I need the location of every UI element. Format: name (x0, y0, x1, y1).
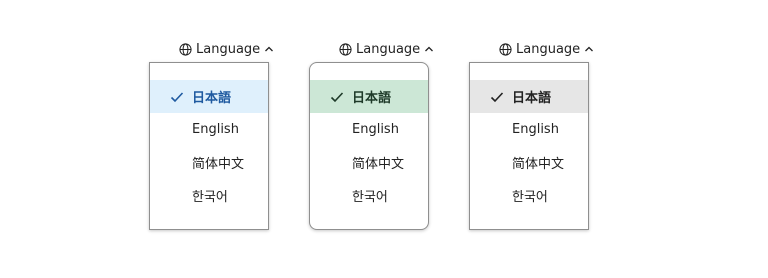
language-option-label: English (512, 122, 559, 137)
language-selector-blue: Language 日本語 English 简体中文 한국어 (149, 0, 274, 278)
language-option-korean[interactable]: 한국어 (150, 179, 268, 212)
language-option-label: 한국어 (512, 190, 548, 205)
language-trigger[interactable]: Language (179, 40, 274, 58)
language-option-label: English (192, 122, 239, 137)
chevron-up-icon (264, 44, 274, 54)
language-option-label: 한국어 (352, 190, 388, 205)
language-menu: 日本語 English 简体中文 한국어 (149, 62, 269, 230)
language-option-label: 日本語 (512, 91, 552, 106)
language-option-simplified-chinese[interactable]: 简体中文 (310, 146, 428, 179)
globe-icon (179, 42, 192, 56)
language-trigger-label: Language (516, 41, 581, 57)
globe-icon (499, 42, 512, 56)
language-menu: 日本語 English 简体中文 한국어 (469, 62, 589, 230)
language-option-label: 简体中文 (192, 157, 245, 172)
check-icon (170, 90, 184, 104)
language-option-japanese[interactable]: 日本語 (310, 80, 428, 113)
language-option-label: 日本語 (192, 91, 232, 106)
check-icon (330, 90, 344, 104)
language-option-label: 日本語 (352, 91, 392, 106)
language-option-korean[interactable]: 한국어 (470, 179, 588, 212)
language-selector-gray: Language 日本語 English 简体中文 한국어 (469, 0, 594, 278)
language-option-japanese[interactable]: 日本語 (150, 80, 268, 113)
language-selector-green: Language 日本語 English 简体中文 한국어 (309, 0, 434, 278)
language-option-label: 简体中文 (512, 157, 565, 172)
language-option-japanese[interactable]: 日本語 (470, 80, 588, 113)
language-option-english[interactable]: English (150, 113, 268, 146)
check-icon (490, 90, 504, 104)
language-option-simplified-chinese[interactable]: 简体中文 (470, 146, 588, 179)
language-option-simplified-chinese[interactable]: 简体中文 (150, 146, 268, 179)
language-trigger-label: Language (356, 41, 421, 57)
language-menu: 日本語 English 简体中文 한국어 (309, 62, 429, 230)
chevron-up-icon (584, 44, 594, 54)
language-trigger-label: Language (196, 41, 261, 57)
globe-icon (339, 42, 352, 56)
language-option-label: English (352, 122, 399, 137)
language-trigger[interactable]: Language (339, 40, 434, 58)
language-option-english[interactable]: English (470, 113, 588, 146)
language-option-label: 한국어 (192, 190, 228, 205)
language-option-label: 简体中文 (352, 157, 405, 172)
language-trigger[interactable]: Language (499, 40, 594, 58)
language-option-korean[interactable]: 한국어 (310, 179, 428, 212)
chevron-up-icon (424, 44, 434, 54)
language-option-english[interactable]: English (310, 113, 428, 146)
